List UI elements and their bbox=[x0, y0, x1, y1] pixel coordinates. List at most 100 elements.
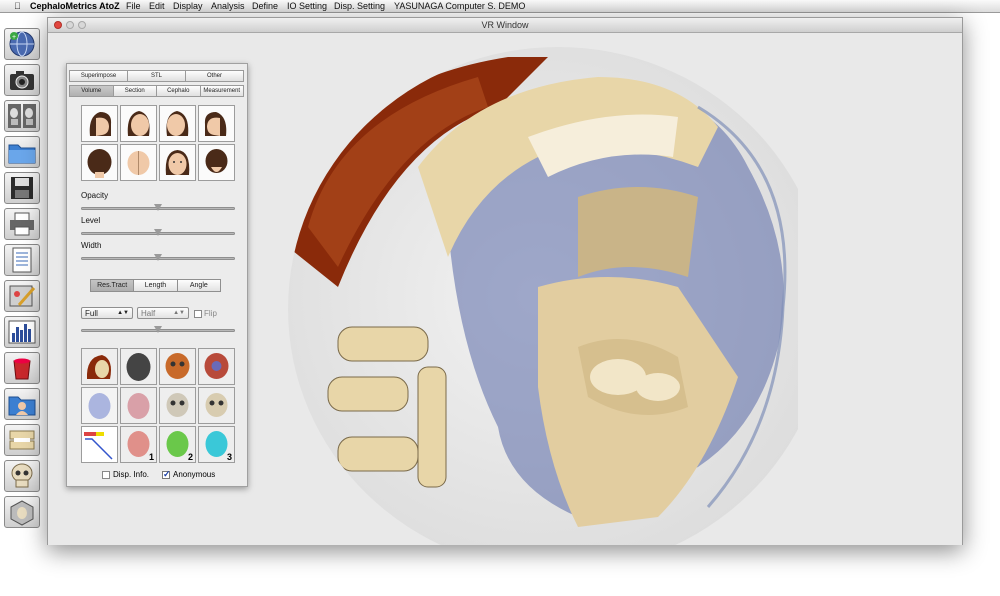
clip-slider-knob[interactable] bbox=[154, 326, 162, 333]
edit-image-icon bbox=[9, 285, 36, 307]
zoom-icon[interactable] bbox=[78, 21, 86, 29]
clip-slider[interactable] bbox=[81, 326, 235, 333]
tab-row-bottom: Volume Section Cephalo Measurement bbox=[69, 85, 244, 97]
menu-analysis[interactable]: Analysis bbox=[211, 0, 245, 12]
model-tool-button[interactable] bbox=[4, 424, 40, 456]
superimpose-tool-button[interactable] bbox=[4, 496, 40, 528]
tab-cephalo[interactable]: Cephalo bbox=[156, 85, 201, 97]
preset-blue-soft[interactable] bbox=[81, 387, 118, 424]
apple-menu-icon[interactable]:  bbox=[14, 0, 21, 12]
select-arrows-icon: ▲▼ bbox=[173, 310, 185, 316]
report-tool-button[interactable] bbox=[4, 244, 40, 276]
half-select[interactable]: Half ▲▼ bbox=[137, 307, 189, 319]
app-name-menu[interactable]: CephaloMetrics AtoZ bbox=[30, 0, 120, 12]
window-title-bar[interactable]: VR Window bbox=[48, 18, 962, 33]
level-label: Level bbox=[81, 216, 101, 225]
opacity-slider-knob[interactable] bbox=[154, 204, 162, 211]
preset-pink-skin-icon bbox=[121, 388, 156, 423]
render-preset-grid: 1 2 3 bbox=[81, 348, 235, 463]
select-arrows-icon: ▲▼ bbox=[117, 310, 129, 316]
menu-edit[interactable]: Edit bbox=[149, 0, 165, 12]
camera-tool-button[interactable] bbox=[4, 64, 40, 96]
volume-render-image[interactable] bbox=[278, 47, 798, 545]
menu-bar:  CephaloMetrics AtoZ File Edit Display … bbox=[0, 0, 1000, 13]
color-curve-icon bbox=[82, 427, 117, 462]
globe-tool-button[interactable]: + bbox=[4, 28, 40, 60]
save-tool-button[interactable] bbox=[4, 172, 40, 204]
preset-color-curve[interactable] bbox=[81, 426, 118, 463]
menu-io-setting[interactable]: IO Setting bbox=[287, 0, 327, 12]
preset-bone-red-icon bbox=[82, 349, 117, 384]
paint-bucket-icon bbox=[13, 358, 31, 380]
folder-open-icon bbox=[8, 144, 36, 164]
preset-pink-skin[interactable] bbox=[120, 387, 157, 424]
preset-dark-skin[interactable] bbox=[120, 348, 157, 385]
minimize-icon[interactable] bbox=[66, 21, 74, 29]
flip-checkbox[interactable] bbox=[194, 310, 202, 318]
preset-gray-skull[interactable] bbox=[159, 387, 196, 424]
chart-tool-button[interactable] bbox=[4, 316, 40, 348]
tab-stl[interactable]: STL bbox=[127, 70, 186, 82]
length-button[interactable]: Length bbox=[133, 279, 178, 292]
view-bottom[interactable] bbox=[198, 144, 235, 181]
print-tool-button[interactable] bbox=[4, 208, 40, 240]
patient-folder-icon bbox=[8, 396, 36, 416]
level-slider-knob[interactable] bbox=[154, 229, 162, 236]
preset-ivory-skull[interactable] bbox=[198, 387, 235, 424]
patient-folder-tool-button[interactable] bbox=[4, 388, 40, 420]
view-back[interactable] bbox=[81, 144, 118, 181]
preset-gray-skull-icon bbox=[160, 388, 195, 423]
tab-other[interactable]: Other bbox=[185, 70, 244, 82]
half-select-value: Half bbox=[141, 309, 156, 318]
flip-label: Flip bbox=[204, 309, 217, 318]
preset-bone-red[interactable] bbox=[81, 348, 118, 385]
disp-info-checkbox[interactable] bbox=[102, 471, 110, 479]
open-folder-tool-button[interactable] bbox=[4, 136, 40, 168]
view-left-oblique[interactable] bbox=[159, 105, 196, 142]
view-right-profile[interactable] bbox=[81, 105, 118, 142]
opacity-slider[interactable] bbox=[81, 204, 235, 211]
paint-tool-button[interactable] bbox=[4, 352, 40, 384]
save-disk-icon bbox=[11, 177, 33, 199]
preset-pink-1[interactable]: 1 bbox=[120, 426, 157, 463]
skull-tool-button[interactable] bbox=[4, 460, 40, 492]
view-right-oblique[interactable] bbox=[120, 105, 157, 142]
camera-icon bbox=[10, 71, 34, 90]
view-front[interactable] bbox=[159, 144, 196, 181]
level-slider[interactable] bbox=[81, 229, 235, 236]
preset-orange-skull[interactable] bbox=[159, 348, 196, 385]
menu-disp-setting[interactable]: Disp. Setting bbox=[334, 0, 385, 12]
xray-compare-icon bbox=[8, 104, 36, 128]
head-right-profile-icon bbox=[89, 112, 112, 136]
preset-cyan-3[interactable]: 3 bbox=[198, 426, 235, 463]
checkmark-icon: ✓ bbox=[163, 469, 171, 479]
full-select[interactable]: Full ▲▼ bbox=[81, 307, 133, 319]
edit-tool-button[interactable] bbox=[4, 280, 40, 312]
preset-ivory-skull-icon bbox=[199, 388, 234, 423]
menu-define[interactable]: Define bbox=[252, 0, 278, 12]
tab-superimpose[interactable]: Superimpose bbox=[69, 70, 128, 82]
disp-info-label: Disp. Info. bbox=[113, 470, 150, 479]
globe-icon: + bbox=[9, 31, 35, 57]
preset-red-skull-icon bbox=[199, 349, 234, 384]
preset-red-skull[interactable] bbox=[198, 348, 235, 385]
width-slider[interactable] bbox=[81, 254, 235, 261]
tab-volume[interactable]: Volume bbox=[69, 85, 114, 97]
view-left-profile[interactable] bbox=[198, 105, 235, 142]
preset-number-3: 3 bbox=[226, 452, 232, 462]
compare-tool-button[interactable] bbox=[4, 100, 40, 132]
view-top[interactable] bbox=[120, 144, 157, 181]
width-slider-knob[interactable] bbox=[154, 254, 162, 261]
anonymous-checkbox[interactable]: ✓ bbox=[162, 469, 171, 479]
tab-measurement[interactable]: Measurement bbox=[199, 85, 244, 97]
preset-orange-skull-icon bbox=[160, 349, 195, 384]
menu-file[interactable]: File bbox=[126, 0, 141, 12]
measure-mode-segmented: Res.Tract Length Angle bbox=[90, 279, 221, 292]
res-tract-button[interactable]: Res.Tract bbox=[90, 279, 135, 292]
preset-green-2[interactable]: 2 bbox=[159, 426, 196, 463]
skull-icon bbox=[11, 463, 33, 488]
tab-section[interactable]: Section bbox=[112, 85, 157, 97]
close-icon[interactable] bbox=[54, 21, 62, 29]
angle-button[interactable]: Angle bbox=[176, 279, 221, 292]
menu-display[interactable]: Display bbox=[173, 0, 203, 12]
